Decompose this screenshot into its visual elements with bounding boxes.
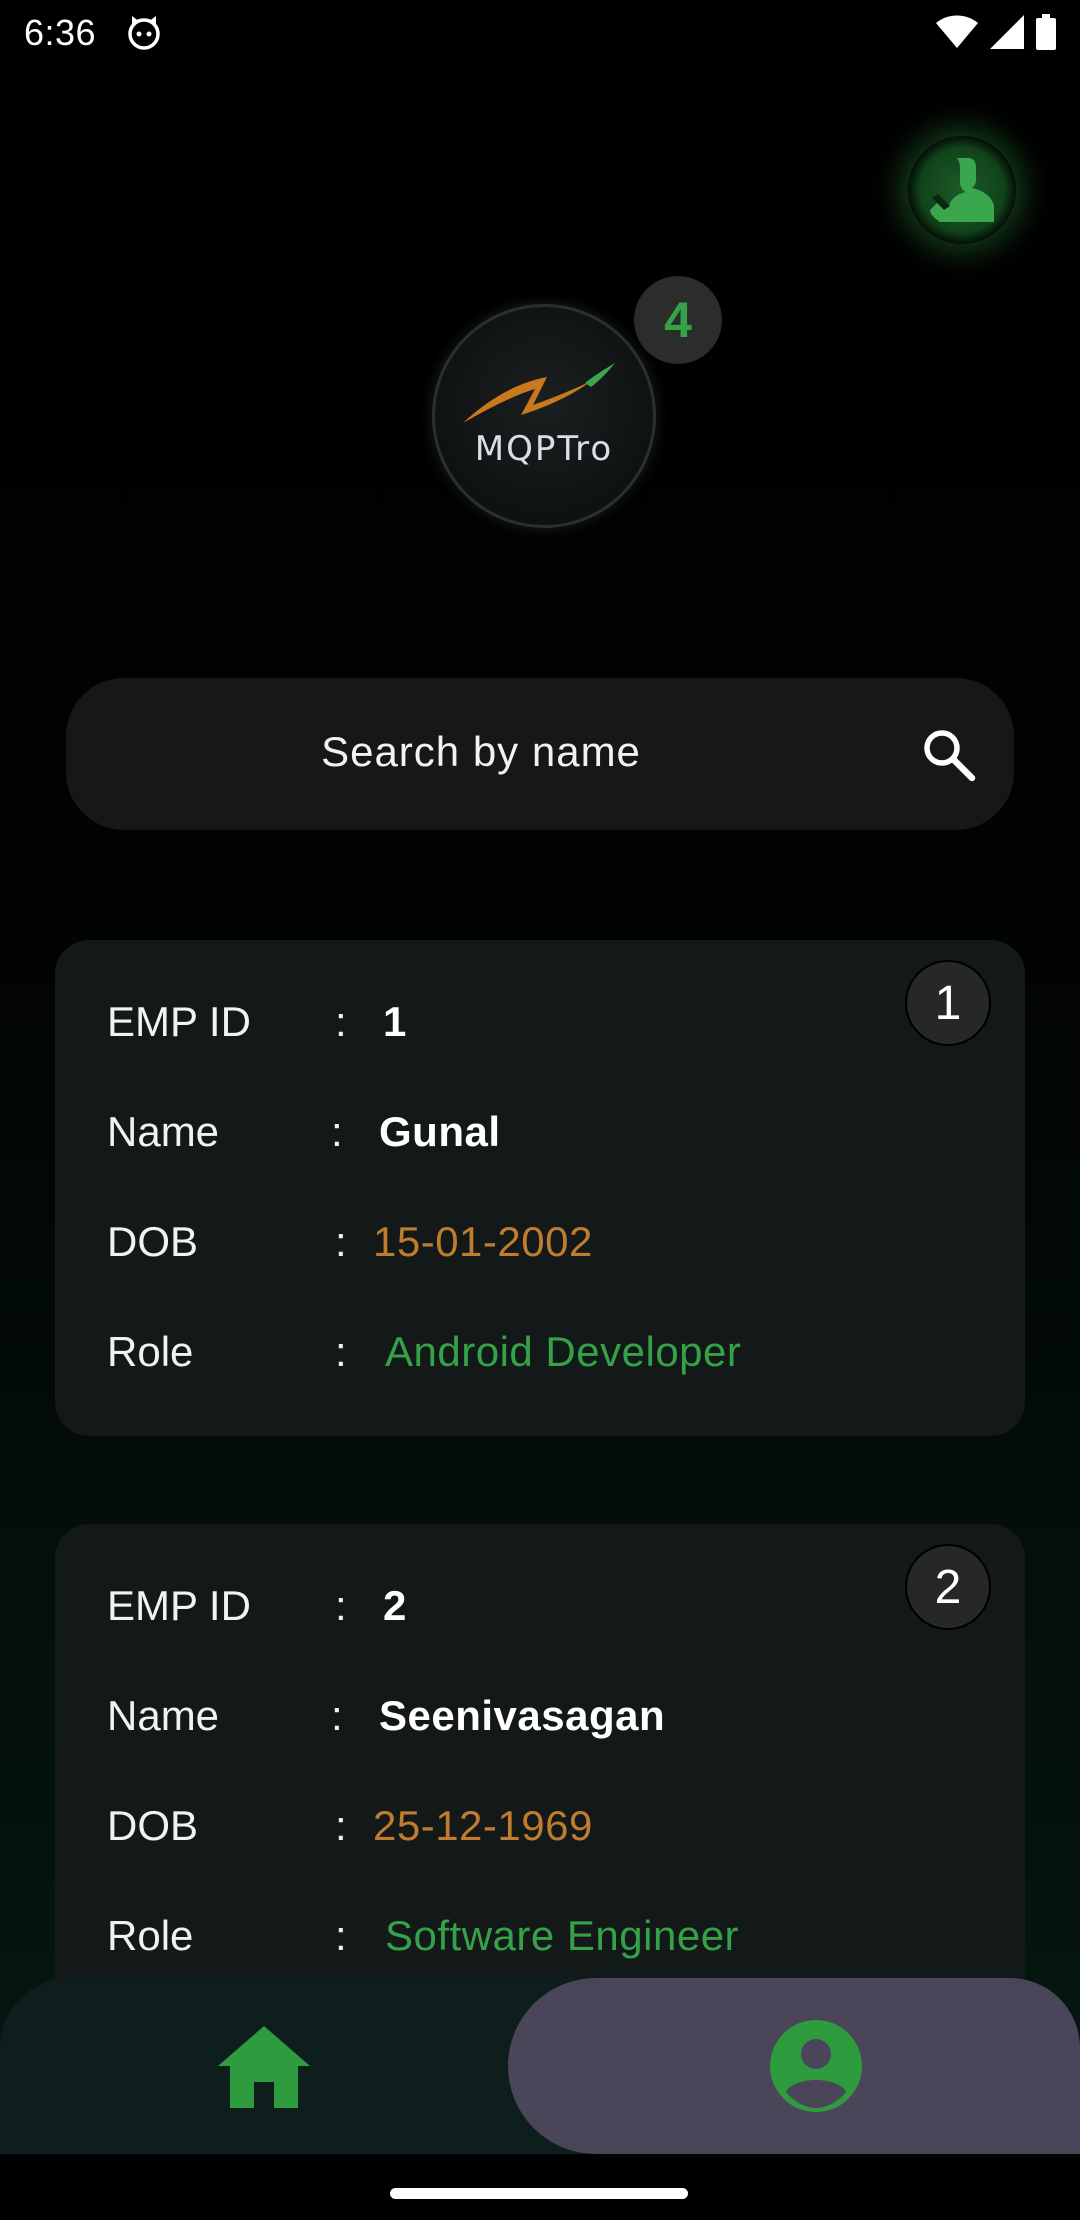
role-value: Software Engineer <box>385 1912 740 1959</box>
search-placeholder: Search by name <box>321 728 641 775</box>
card-index-badge: 1 <box>905 960 991 1046</box>
colon: : <box>331 1108 343 1155</box>
role-label: Role <box>107 1912 194 1959</box>
profile-action-button[interactable] <box>908 136 1016 244</box>
app-logo: MQPTro <box>432 304 656 528</box>
status-time: 6:36 <box>24 12 97 53</box>
employee-count-badge: 4 <box>634 276 722 364</box>
colon: : <box>335 1802 347 1849</box>
colon: : <box>335 1912 347 1959</box>
dob-value: 25-12-1969 <box>373 1802 593 1849</box>
role-value: Android Developer <box>385 1328 742 1375</box>
colon: : <box>331 1692 343 1739</box>
dob-value: 15-01-2002 <box>373 1218 593 1265</box>
colon: : <box>335 1218 347 1265</box>
dob-label: DOB <box>107 1218 199 1265</box>
system-gesture-area <box>0 2154 1080 2220</box>
account-circle-icon[interactable] <box>768 2018 864 2114</box>
battery-icon <box>1036 14 1056 50</box>
dob-label: DOB <box>107 1802 199 1849</box>
signal-icon <box>990 15 1024 49</box>
emp-id-label: EMP ID <box>107 1582 251 1629</box>
name-value: Gunal <box>379 1108 501 1155</box>
card-index-badge: 2 <box>905 1544 991 1630</box>
logo-text: MQPTro <box>474 429 614 469</box>
cat-notification-icon <box>128 16 160 50</box>
emp-id-value: 1 <box>383 998 407 1045</box>
home-gesture-handle[interactable] <box>390 2188 688 2199</box>
colon: : <box>335 1582 347 1629</box>
employee-card[interactable]: 2 EMP ID : 2 Name : Seenivasagan DOB : 2… <box>55 1524 1025 2024</box>
colon: : <box>335 1328 347 1375</box>
wifi-icon <box>936 15 978 48</box>
name-label: Name <box>107 1108 220 1155</box>
name-label: Name <box>107 1692 220 1739</box>
role-label: Role <box>107 1328 194 1375</box>
status-bar: 6:36 <box>0 0 1080 66</box>
name-value: Seenivasagan <box>379 1692 666 1739</box>
emp-id-label: EMP ID <box>107 998 251 1045</box>
emp-id-value: 2 <box>383 1582 407 1629</box>
colon: : <box>335 998 347 1045</box>
search-input[interactable]: Search by name <box>66 678 1014 830</box>
employee-card[interactable]: 1 EMP ID : 1 Name : Gunal DOB : 15-01-20… <box>55 940 1025 1436</box>
search-icon[interactable] <box>918 724 978 784</box>
home-icon[interactable] <box>218 2024 310 2108</box>
user-profile-icon <box>930 158 994 222</box>
